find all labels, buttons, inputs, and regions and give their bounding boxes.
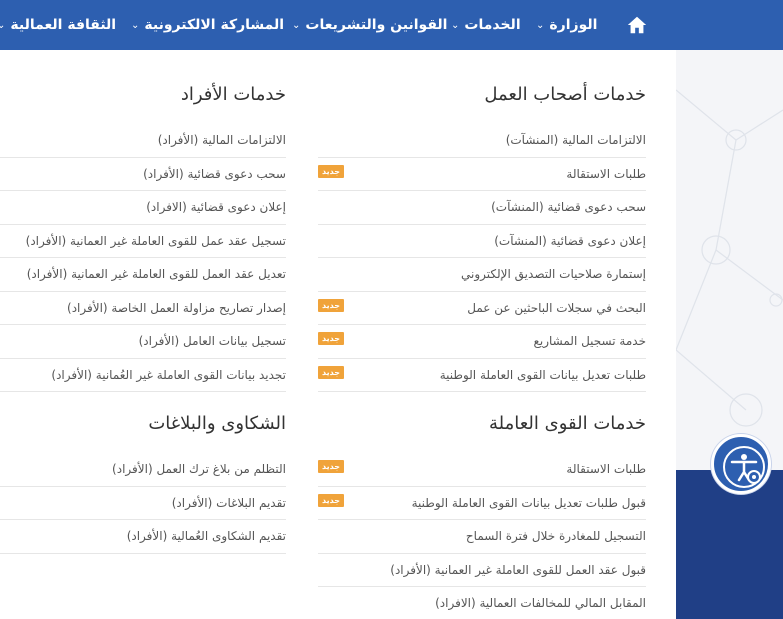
employer-services-title: خدمات أصحاب العمل [484,84,646,105]
link-employer-national-workforce-edit[interactable]: طلبات تعديل بيانات القوى العاملة الوطنية… [318,359,646,392]
link-complaints-submit-labor-complaints[interactable]: تقديم الشكاوى العُمالية (الأفراد) [0,520,286,554]
link-workforce-resignation-requests[interactable]: طلبات الاستقالة جديد [318,453,646,487]
employer-services-list: الالتزامات المالية (المنشآت) طلبات الاست… [318,124,646,392]
new-badge: جديد [318,493,345,507]
new-badge: جديد [318,460,345,473]
workforce-services-title: خدمات القوى العاملة [489,413,646,434]
new-badge: جديد [318,298,345,312]
link-workforce-violation-fees[interactable]: المقابل المالي للمخالفات العمالية (الافر… [318,587,646,619]
link-employer-resignation-requests[interactable]: طلبات الاستقالة جديد [318,158,646,191]
nav-item-services[interactable]: ⌄ الخدمات [451,0,521,50]
workforce-services-column: خدمات القوى العاملة طلبات الاستقالة جديد … [318,409,646,619]
footer-band [676,470,783,619]
nav-item-ministry[interactable]: ⌄ الوزارة [536,0,597,50]
new-badge: جديد [318,365,345,379]
chevron-down-icon: ⌄ [131,20,140,31]
link-workforce-accept-contract[interactable]: قبول عقد العمل للقوى العاملة غير العماني… [318,554,646,587]
link-workforce-grace-period-departure[interactable]: التسجيل للمغادرة خلال فترة السماح [318,520,646,554]
link-individual-financial-obligations[interactable]: الالتزامات المالية (الأفراد) [0,124,286,158]
nav-item-laws[interactable]: ⌄ القوانين والتشريعات [292,0,447,50]
link-individual-modify-contract[interactable]: تعديل عقد العمل للقوى العاملة غير العمان… [0,258,286,292]
link-workforce-accept-data-edit[interactable]: قبول طلبات تعديل بيانات القوى العاملة ال… [318,487,646,520]
chevron-down-icon: ⌄ [536,20,545,31]
accessibility-icon [723,446,765,488]
complaints-list: التظلم من بلاغ ترك العمل (الأفراد) تقديم… [0,453,286,554]
complaints-title: الشكاوى والبلاغات [148,413,286,434]
link-individual-withdraw-lawsuit[interactable]: سحب دعوى قضائية (الأفراد) [0,158,286,191]
accessibility-button[interactable] [711,434,771,494]
nav-item-labor-culture[interactable]: ⌄ الثقافة العمالية [0,0,116,50]
link-individual-announce-lawsuit[interactable]: إعلان دعوى قضائية (الافراد) [0,191,286,225]
page-background [676,50,783,619]
link-individual-work-permits[interactable]: إصدار تصاريح مزاولة العمل الخاصة (الأفرا… [0,292,286,325]
services-mega-menu: خدمات أصحاب العمل الالتزامات المالية (ال… [0,50,676,619]
link-employer-withdraw-lawsuit[interactable]: سحب دعوى قضائية (المنشآت) [318,191,646,225]
link-employer-financial-obligations[interactable]: الالتزامات المالية (المنشآت) [318,124,646,158]
individual-services-title: خدمات الأفراد [180,84,286,105]
nav-item-e-participation[interactable]: ⌄ المشاركة الالكترونية [131,0,284,50]
link-individual-register-contract[interactable]: تسجيل عقد عمل للقوى العاملة غير العمانية… [0,225,286,258]
chevron-down-icon: ⌄ [0,20,6,31]
link-employer-project-registration[interactable]: خدمة تسجيل المشاريع جديد [318,325,646,359]
new-badge: جديد [318,164,345,178]
new-badge: جديد [318,332,345,345]
link-employer-announce-lawsuit[interactable]: إعلان دعوى قضائية (المنشآت) [318,225,646,258]
home-icon[interactable] [626,14,648,36]
employer-services-column: خدمات أصحاب العمل الالتزامات المالية (ال… [318,80,646,392]
chevron-down-icon: ⌄ [292,20,301,31]
workforce-services-list: طلبات الاستقالة جديد قبول طلبات تعديل بيا… [318,453,646,619]
complaints-column: الشكاوى والبلاغات التظلم من بلاغ ترك الع… [0,409,286,554]
link-complaints-submit-reports[interactable]: تقديم البلاغات (الأفراد) [0,487,286,520]
individual-services-list: الالتزامات المالية (الأفراد) سحب دعوى قض… [0,124,286,392]
network-pattern [676,89,783,427]
link-employer-e-attestation-form[interactable]: إستمارة صلاحيات التصديق الإلكتروني [318,258,646,292]
link-individual-register-worker-data[interactable]: تسجيل بيانات العامل (الأفراد) [0,325,286,359]
chevron-down-icon: ⌄ [451,20,460,31]
individual-services-column: خدمات الأفراد الالتزامات المالية (الأفرا… [0,80,286,392]
link-employer-jobseeker-search[interactable]: البحث في سجلات الباحثين عن عمل جديد [318,292,646,325]
link-complaints-grievance[interactable]: التظلم من بلاغ ترك العمل (الأفراد) [0,453,286,487]
main-navbar: ⌄ الوزارة ⌄ الخدمات ⌄ القوانين والتشريعات ⌄… [0,0,783,50]
link-individual-renew-workforce-data[interactable]: تجديد بيانات القوى العاملة غير العُمانية… [0,359,286,392]
